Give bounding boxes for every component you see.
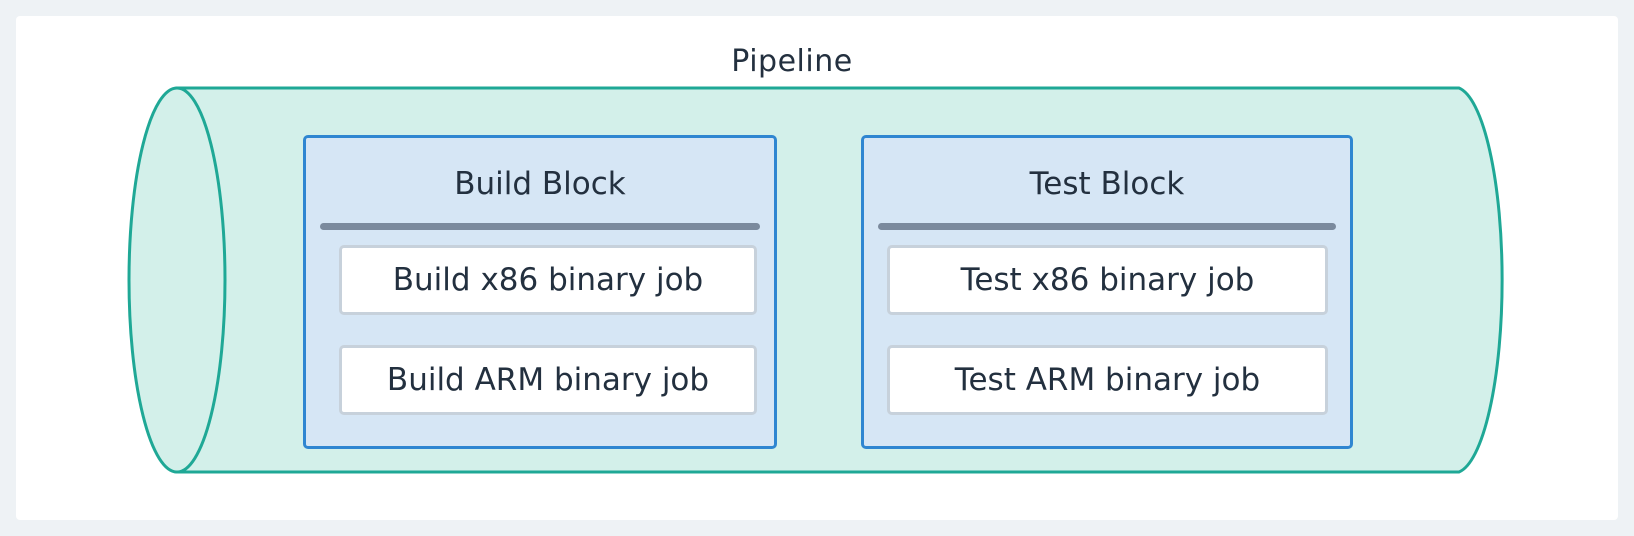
build-block: Build Block Build x86 binary job Build A…	[303, 135, 777, 449]
test-arm-job: Test ARM binary job	[887, 345, 1328, 415]
build-block-divider	[320, 223, 760, 230]
build-x86-job: Build x86 binary job	[339, 245, 757, 315]
pipeline-title: Pipeline	[731, 44, 853, 79]
test-x86-job: Test x86 binary job	[887, 245, 1328, 315]
build-block-title: Build Block	[454, 166, 626, 202]
build-arm-job: Build ARM binary job	[339, 345, 757, 415]
test-block-title: Test Block	[1029, 166, 1185, 202]
test-block-divider	[878, 223, 1336, 230]
test-block: Test Block Test x86 binary job Test ARM …	[861, 135, 1353, 449]
pipeline-end-cap	[127, 86, 227, 474]
pipeline-cylinder	[127, 86, 1504, 474]
